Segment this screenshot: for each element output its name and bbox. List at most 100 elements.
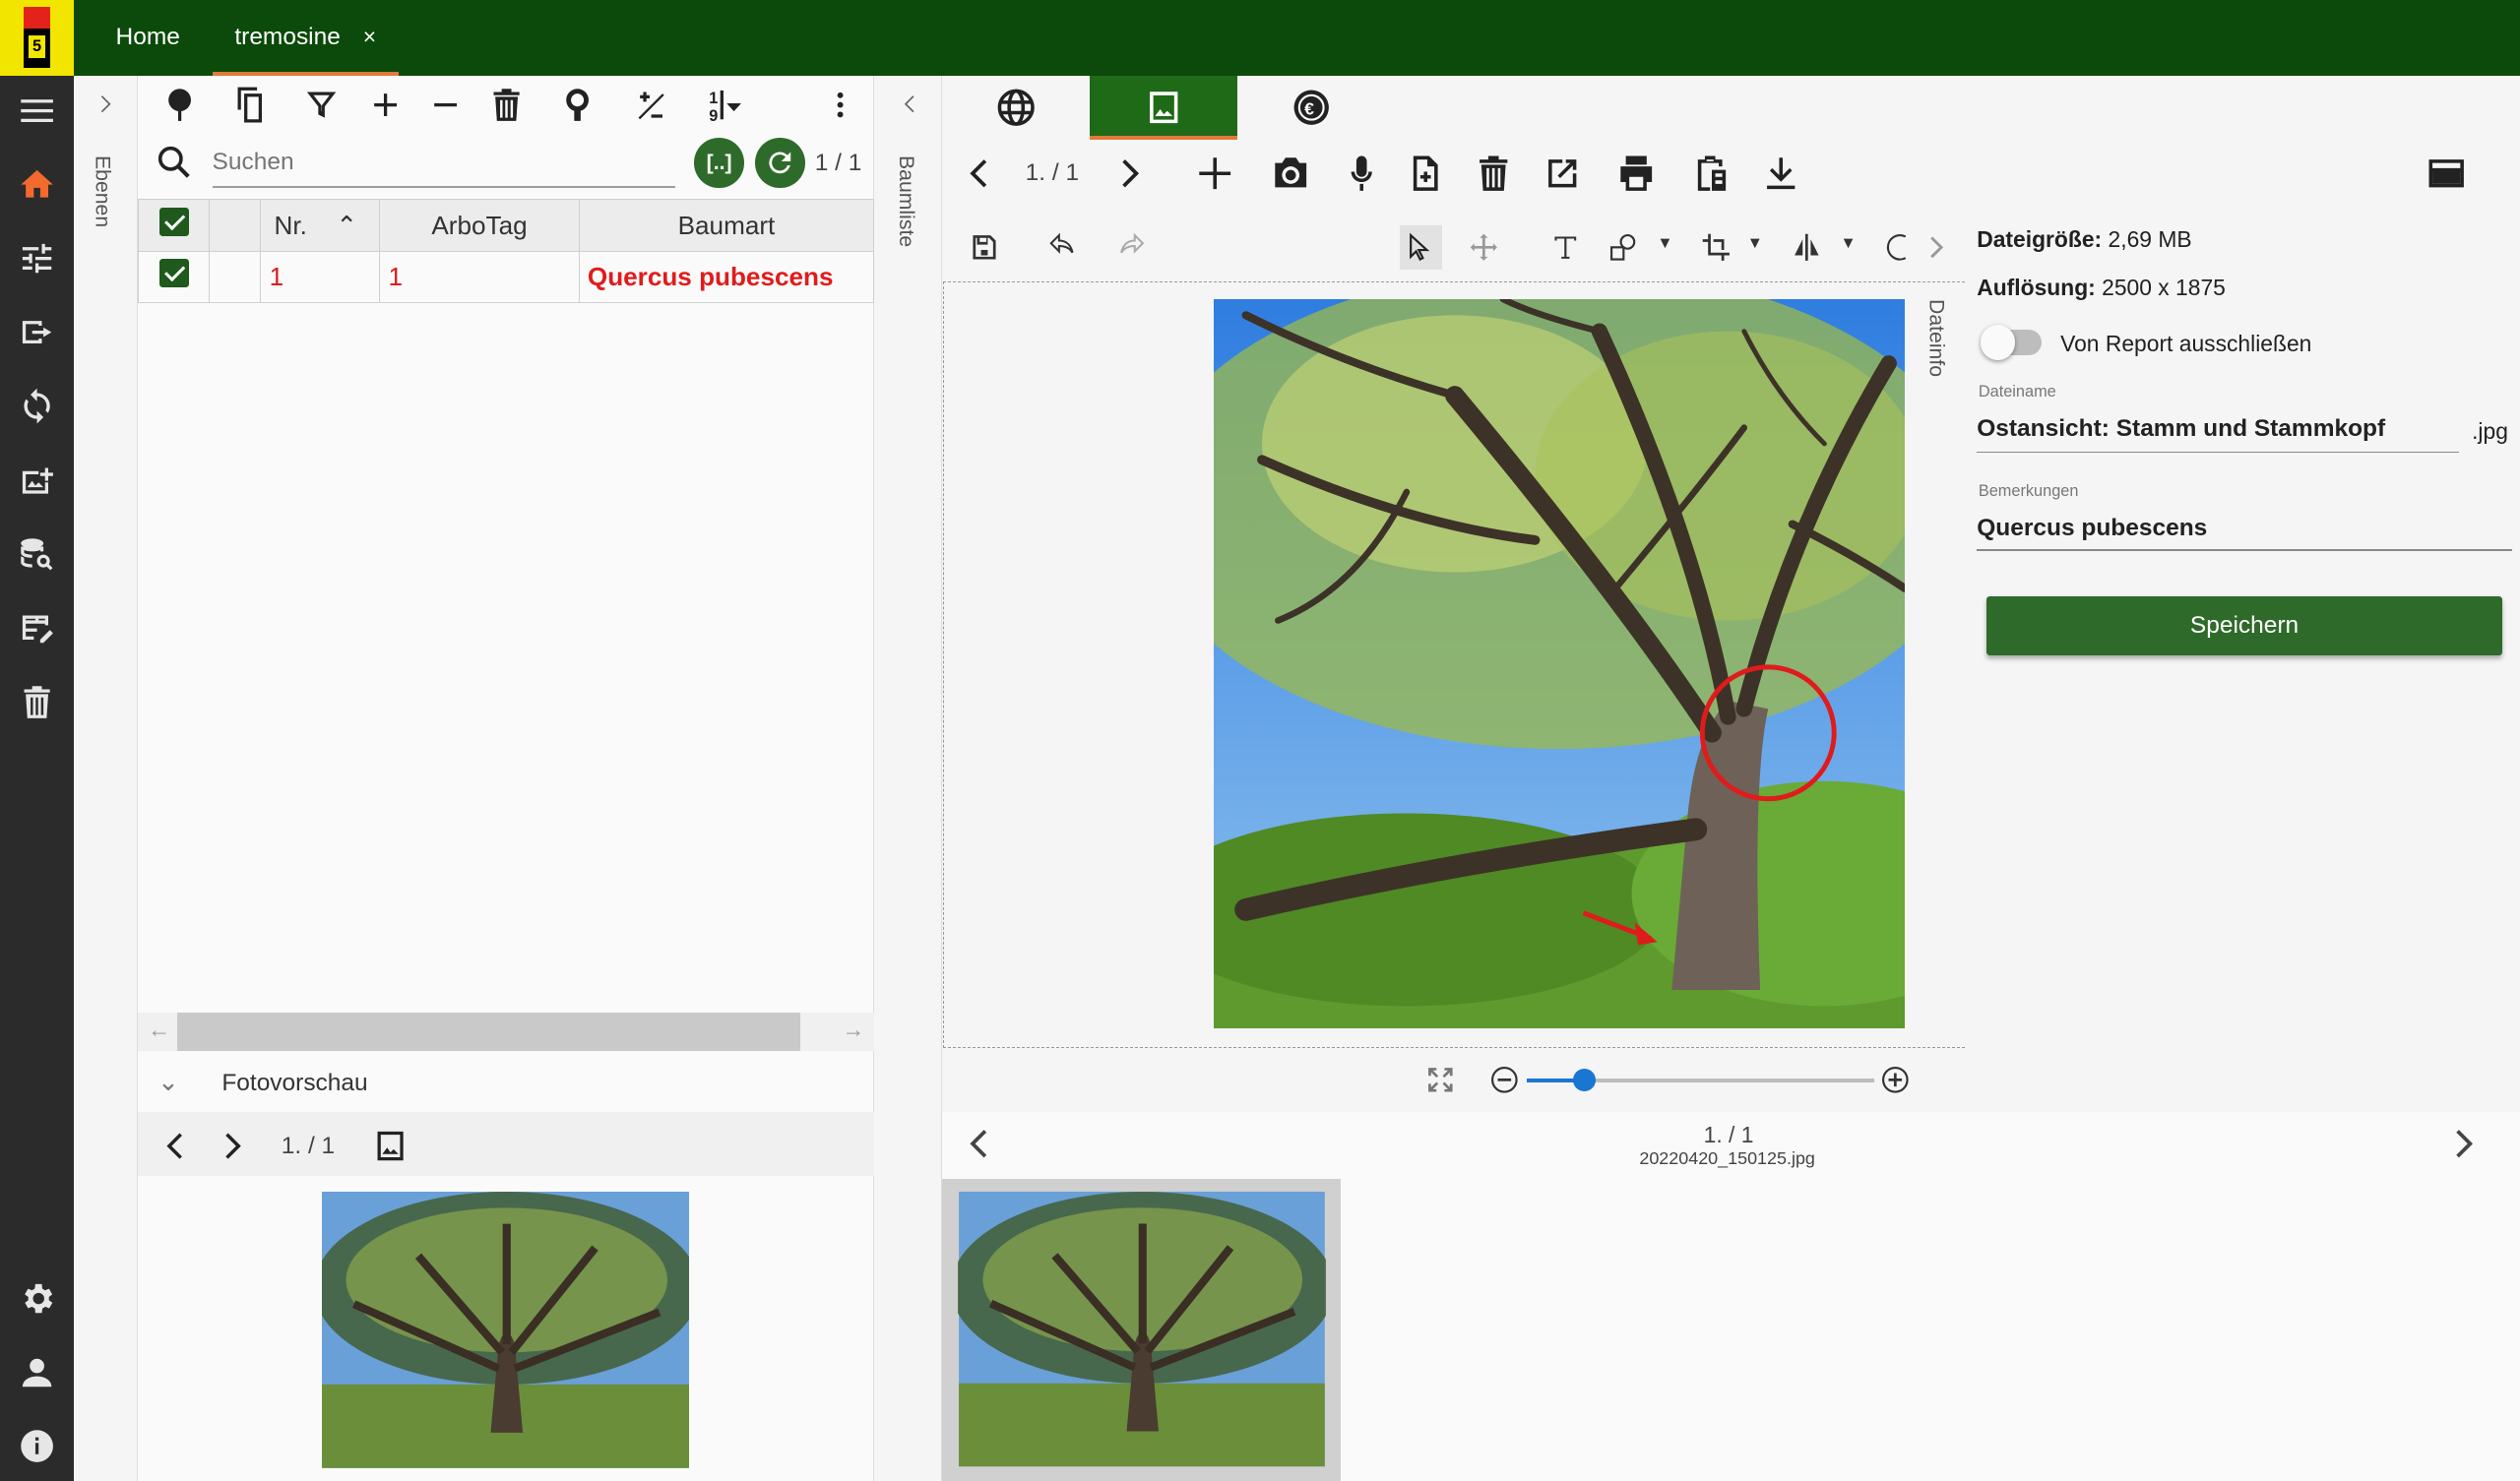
column-header-arbotag[interactable]: ArboTag [379, 199, 580, 252]
layers-label[interactable]: Ebenen [90, 155, 113, 227]
gallery-thumbnail[interactable] [958, 1192, 1326, 1467]
column-header-nr[interactable]: Nr. ⌃ [260, 199, 381, 252]
add-photo-icon[interactable] [0, 449, 74, 513]
sort-numeric-icon[interactable]: 19 [701, 81, 749, 129]
delete-icon[interactable] [482, 81, 531, 129]
open-external-icon[interactable] [1537, 148, 1588, 199]
remarks-label: Bemerkungen [1978, 481, 2079, 500]
text-tool-icon[interactable] [1543, 226, 1588, 268]
select-all-checkbox[interactable] [138, 199, 211, 252]
select-cursor-icon[interactable] [1397, 226, 1442, 268]
treelist-label[interactable]: Baumliste [894, 155, 917, 247]
print-icon[interactable] [1610, 148, 1662, 199]
gallery-prev-icon[interactable] [958, 1120, 999, 1168]
database-search-icon[interactable] [0, 523, 74, 586]
pin-icon[interactable] [156, 81, 204, 129]
prev-image-icon[interactable] [955, 148, 1003, 199]
tab-home-label: Home [115, 24, 180, 50]
add-image-icon[interactable] [1189, 148, 1240, 199]
settings-icon[interactable] [0, 1266, 74, 1330]
plus-minus-icon[interactable] [627, 81, 675, 129]
rotate-icon[interactable] [1877, 226, 1922, 268]
flip-icon[interactable] [1784, 226, 1829, 268]
tree-marker-icon[interactable] [553, 81, 601, 129]
save-button[interactable]: Speichern [1986, 595, 2503, 656]
scroll-left-icon[interactable]: ← [148, 1017, 170, 1043]
preview-photo[interactable] [321, 1192, 690, 1469]
collapse-left-chevron-icon[interactable] [886, 81, 934, 129]
shapes-icon[interactable] [1601, 226, 1646, 268]
info-icon[interactable] [0, 1414, 74, 1478]
exclude-from-report-toggle[interactable] [1980, 324, 2042, 360]
image-icon[interactable] [366, 1122, 414, 1170]
chevron-left-icon[interactable] [151, 1122, 199, 1170]
undo-icon[interactable] [1041, 226, 1087, 268]
clipboard-icon[interactable] [1684, 148, 1735, 199]
tree-table: Nr. ⌃ ArboTag Baumart 1 1 Quercus pubesce… [138, 199, 875, 303]
download-icon[interactable] [1755, 148, 1806, 199]
next-image-icon[interactable] [1105, 148, 1154, 199]
more-vert-icon[interactable] [816, 81, 864, 129]
app-logo[interactable]: 5 [0, 0, 75, 76]
filename-field[interactable] [1977, 409, 2460, 449]
camera-icon[interactable] [1265, 148, 1316, 199]
photo-tab-icon [1128, 79, 1199, 137]
shapes-dropdown-icon[interactable]: ▼ [1657, 234, 1672, 253]
collapse-chevron-icon[interactable]: ⌄ [158, 1067, 179, 1097]
crop-icon[interactable] [1694, 226, 1739, 268]
resolution: Auflösung: 2500 x 1875 [1977, 275, 2226, 301]
column-header-baumart[interactable]: Baumart [578, 199, 875, 252]
user-icon[interactable] [0, 1340, 74, 1404]
trash-icon[interactable] [0, 670, 74, 734]
zoom-in-icon[interactable] [1877, 1062, 1913, 1097]
panel-layout-icon[interactable] [2419, 148, 2474, 199]
export-icon[interactable] [0, 300, 74, 364]
flip-dropdown-icon[interactable]: ▼ [1840, 234, 1856, 253]
delete-image-icon[interactable] [1468, 148, 1519, 199]
toolbar-more-chevron-icon[interactable] [1919, 226, 1954, 268]
refresh-button[interactable] [755, 138, 805, 189]
exclude-from-report-label: Von Report ausschließen [2060, 331, 2312, 357]
add-file-icon[interactable] [1400, 148, 1451, 199]
scrollbar-thumb[interactable] [176, 1012, 801, 1051]
main-photo[interactable] [1213, 298, 1905, 1028]
filter-icon[interactable] [297, 81, 346, 129]
add-icon[interactable] [361, 81, 410, 129]
move-icon[interactable] [1461, 226, 1506, 268]
fileinfo-label[interactable]: Dateinfo [1923, 299, 1947, 377]
menu-icon[interactable] [0, 79, 74, 143]
save-icon[interactable] [961, 226, 1006, 268]
redo-icon[interactable] [1107, 226, 1153, 268]
microphone-icon[interactable] [1336, 148, 1387, 199]
table-row[interactable]: 1 1 Quercus pubescens [138, 250, 875, 303]
close-icon[interactable]: × [363, 24, 376, 49]
sync-icon[interactable] [0, 374, 74, 438]
table-edit-icon[interactable] [0, 596, 74, 660]
search-input[interactable] [212, 141, 675, 184]
fit-screen-icon[interactable] [1420, 1061, 1459, 1099]
remarks-field[interactable] [1977, 509, 2507, 548]
zoom-slider-thumb[interactable] [1573, 1068, 1597, 1091]
scroll-right-icon[interactable]: → [843, 1017, 865, 1043]
chevron-right-icon[interactable] [209, 1122, 257, 1170]
expand-chevron-icon[interactable] [82, 81, 130, 129]
zoom-out-icon[interactable] [1486, 1062, 1522, 1097]
copy-icon[interactable] [226, 81, 275, 129]
home-icon[interactable] [0, 153, 74, 216]
remove-icon[interactable] [421, 81, 470, 129]
costs-icon[interactable]: € [1276, 76, 1347, 140]
row-checkbox[interactable] [138, 250, 211, 303]
tab-tremosine[interactable]: tremosine × [212, 0, 399, 76]
gallery-filename: 20220420_150125.jpg [1639, 1148, 1815, 1169]
tab-tremosine-label: tremosine [234, 24, 341, 50]
preview-page: 1. / 1 [281, 1133, 336, 1160]
bracket-select-button[interactable]: [..] [694, 138, 744, 189]
search-icon [150, 138, 198, 186]
crop-dropdown-icon[interactable]: ▼ [1747, 234, 1763, 253]
tab-home[interactable]: Home [116, 0, 180, 76]
sliders-icon[interactable] [0, 226, 74, 290]
record-count: 1 / 1 [814, 149, 862, 176]
gallery-next-icon[interactable] [2443, 1120, 2485, 1168]
sort-asc-icon: ⌃ [336, 210, 358, 240]
globe-icon[interactable] [980, 76, 1051, 140]
